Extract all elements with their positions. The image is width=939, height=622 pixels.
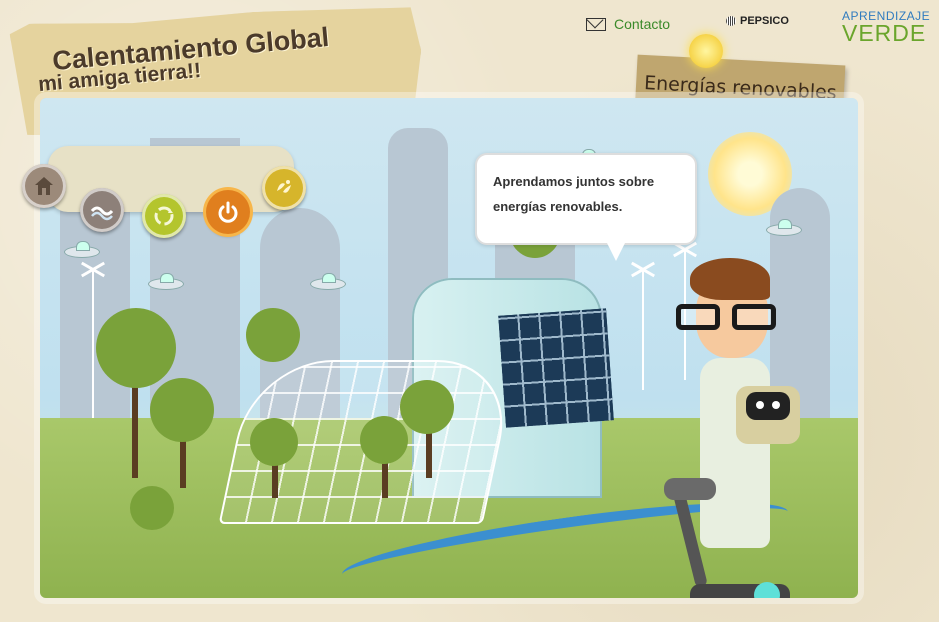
power-icon [218, 201, 238, 223]
home-button[interactable] [22, 164, 66, 208]
water-icon [90, 206, 114, 221]
glasses-icon [676, 304, 786, 330]
recycle-icon [154, 206, 174, 226]
biodiversity-button[interactable] [262, 166, 306, 210]
speech-bubble: Aprendamos juntos sobre energías renovab… [475, 153, 697, 261]
tree [130, 486, 174, 530]
tree [400, 380, 454, 434]
water-button[interactable] [80, 188, 124, 232]
ufo-icon [310, 273, 346, 290]
pepsico-globe-icon [726, 16, 736, 26]
ufo-icon [64, 241, 100, 258]
biodiversity-icon [277, 180, 291, 193]
contact-label: Contacto [614, 16, 671, 32]
wind-turbine-icon [92, 270, 94, 440]
tree [360, 416, 408, 464]
speech-text: Aprendamos juntos sobre energías renovab… [493, 174, 655, 214]
character-hair [690, 258, 770, 300]
tree [246, 308, 300, 362]
ufo-icon [148, 273, 184, 290]
guide-character [640, 258, 810, 598]
ufo-icon [766, 219, 802, 236]
solar-panel [498, 308, 614, 428]
tree [96, 308, 176, 388]
segway [664, 478, 790, 598]
aprendizaje-verde-logo[interactable]: APRENDIZAJE VERDE [842, 10, 930, 45]
brand-line2: VERDE [842, 20, 927, 46]
home-icon [35, 177, 53, 195]
recycle-button[interactable] [142, 194, 186, 238]
pepsico-logo[interactable]: PEPSICO [726, 15, 789, 27]
tree [150, 378, 214, 442]
tree [250, 418, 298, 466]
energy-button[interactable] [206, 190, 250, 234]
sun-icon [689, 34, 723, 68]
contact-link[interactable]: Contacto [586, 16, 670, 32]
pepsico-label: PEPSICO [740, 15, 789, 27]
robot-companion [736, 386, 800, 444]
mail-icon [586, 17, 606, 31]
robot-screen [746, 392, 790, 420]
